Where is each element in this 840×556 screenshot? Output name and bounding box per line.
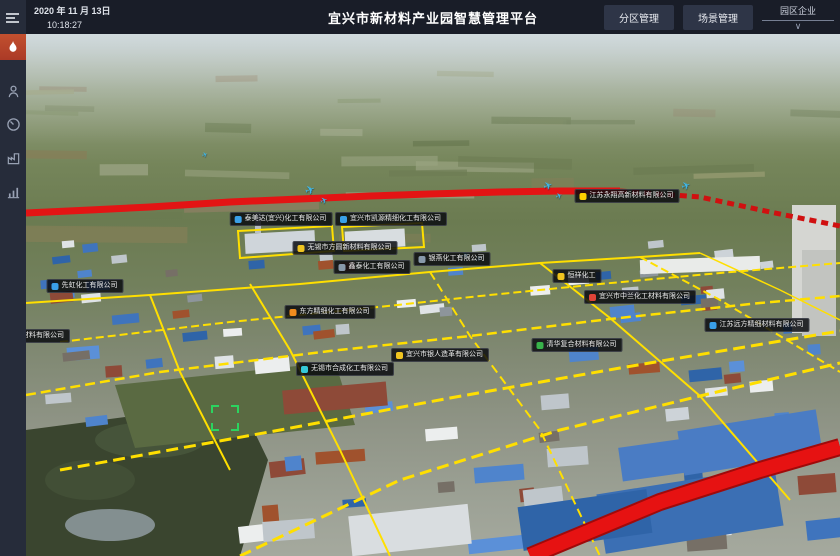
company-type-icon [419, 256, 426, 263]
company-marker[interactable]: 江苏永翔高新材料有限公司 [575, 189, 680, 203]
company-label: 宜兴市凯源精细化工有限公司 [350, 215, 441, 223]
company-type-icon [340, 216, 347, 223]
company-type-icon [710, 322, 717, 329]
company-marker[interactable]: 宜兴市凯源精细化工有限公司 [335, 212, 447, 226]
company-label: 鑫泰化工有限公司 [349, 263, 405, 271]
company-label: 江苏远方精细材料有限公司 [720, 321, 804, 329]
hamburger-icon [5, 11, 21, 25]
company-marker[interactable]: 银燕化工有限公司 [414, 252, 491, 266]
company-label: 先虹化工有限公司 [62, 282, 118, 290]
company-type-icon [537, 342, 544, 349]
menu-toggle-button[interactable] [0, 5, 26, 31]
company-marker[interactable]: 泰美达(宜兴)化工有限公司 [230, 212, 333, 226]
sidebar-item-enterprise[interactable] [0, 145, 26, 171]
company-marker[interactable]: 清华复合材料有限公司 [532, 338, 623, 352]
company-marker[interactable]: 江苏远方精细材料有限公司 [705, 318, 810, 332]
company-label: 宜兴市银人造革有限公司 [406, 351, 483, 359]
park-enterprise-dropdown[interactable]: 园区企业 ∨ [762, 4, 834, 30]
sidebar-item-personnel[interactable] [0, 78, 26, 104]
sidebar-item-statistics[interactable] [0, 179, 26, 205]
vehicle-marker-icon[interactable]: ✈ [318, 194, 329, 207]
factory-icon [6, 151, 21, 166]
company-label: 银燕化工有限公司 [429, 255, 485, 263]
sidebar [0, 0, 26, 556]
company-type-icon [301, 366, 308, 373]
flame-icon [6, 39, 20, 55]
company-marker[interactable]: 恒祥化工 [553, 269, 602, 283]
company-label: 无锡市合成化工有限公司 [311, 365, 388, 373]
map-overlay: 泰美达(宜兴)化工有限公司 宜兴市凯源精细化工有限公司无锡市方圆新材料有限公司鑫泰… [0, 0, 840, 556]
company-type-icon [290, 309, 297, 316]
company-marker[interactable]: 无锡市方圆新材料有限公司 [293, 241, 398, 255]
company-type-icon [339, 264, 346, 271]
company-type-icon [580, 193, 587, 200]
vehicle-marker-icon[interactable]: ✈ [679, 178, 692, 194]
bar-chart-icon [6, 185, 21, 200]
company-marker[interactable]: 无锡市合成化工有限公司 [296, 362, 394, 376]
company-type-icon [589, 294, 596, 301]
sidebar-item-fire-monitor[interactable] [0, 34, 26, 60]
company-marker[interactable]: 宜兴市中兰化工材料有限公司 [584, 290, 696, 304]
company-label: 江苏永翔高新材料有限公司 [590, 192, 674, 200]
zone-management-button[interactable]: 分区管理 [604, 5, 674, 30]
company-label: 清华复合材料有限公司 [547, 341, 617, 349]
company-label: 无锡市方圆新材料有限公司 [308, 244, 392, 252]
dropdown-label: 园区企业 [762, 4, 834, 21]
map-3d-view[interactable]: 泰美达(宜兴)化工有限公司 宜兴市凯源精细化工有限公司无锡市方圆新材料有限公司鑫泰… [0, 0, 840, 556]
company-marker[interactable]: 宜兴市银人造革有限公司 [391, 348, 489, 362]
vehicle-marker-icon[interactable]: ✈ [541, 178, 554, 194]
header-bar: 2020 年 11 月 13日 10:18:27 宜兴市新材料产业园智慧管理平台… [26, 0, 840, 34]
company-type-icon [396, 352, 403, 359]
vehicle-marker-icon[interactable]: ✈ [554, 191, 564, 202]
chevron-down-icon: ∨ [762, 22, 834, 30]
company-type-icon [235, 216, 242, 223]
company-marker[interactable]: 鑫泰化工有限公司 [334, 260, 411, 274]
company-label: 宜兴市中兰化工材料有限公司 [599, 293, 690, 301]
company-label: 恒祥化工 [568, 272, 596, 280]
gauge-icon [6, 117, 21, 132]
scene-management-button[interactable]: 场景管理 [683, 5, 753, 30]
company-marker[interactable]: 先虹化工有限公司 [47, 279, 124, 293]
company-label: 东方精细化工有限公司 [300, 308, 370, 316]
vehicle-marker-icon[interactable]: ✈ [201, 150, 209, 160]
company-type-icon [558, 273, 565, 280]
company-type-icon [298, 245, 305, 252]
company-marker[interactable]: 东方精细化工有限公司 [285, 305, 376, 319]
vehicle-marker-icon[interactable]: ✈ [303, 182, 318, 199]
sidebar-item-monitoring[interactable] [0, 111, 26, 137]
person-icon [6, 84, 21, 99]
company-type-icon [52, 283, 59, 290]
company-label: 泰美达(宜兴)化工有限公司 [245, 215, 327, 223]
